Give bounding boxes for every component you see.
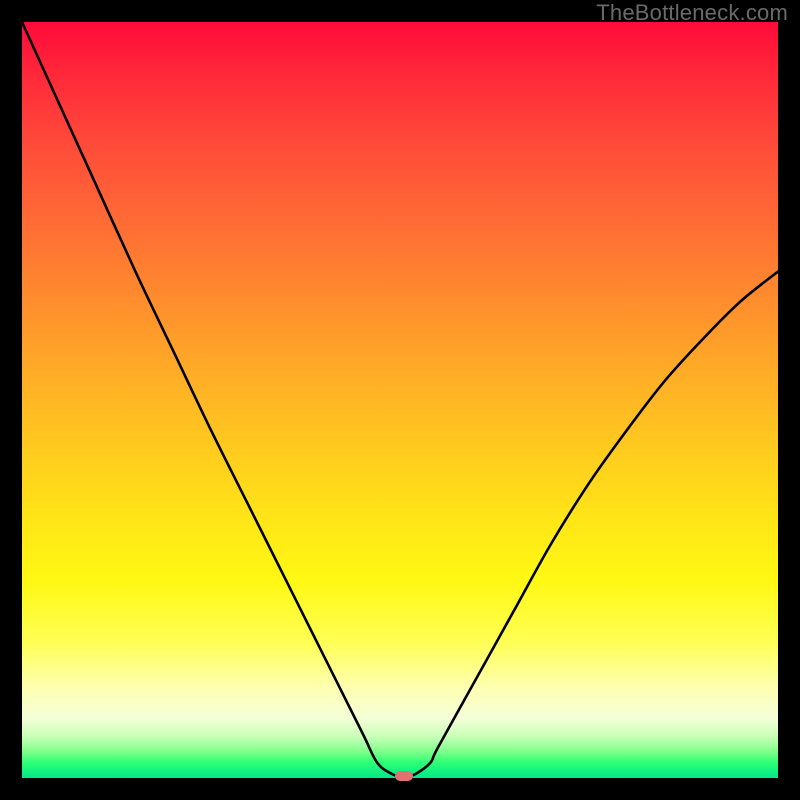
chart-frame: TheBottleneck.com <box>0 0 800 800</box>
optimum-marker <box>395 771 413 781</box>
chart-plot-area <box>22 22 778 778</box>
curve-layer <box>22 22 778 778</box>
